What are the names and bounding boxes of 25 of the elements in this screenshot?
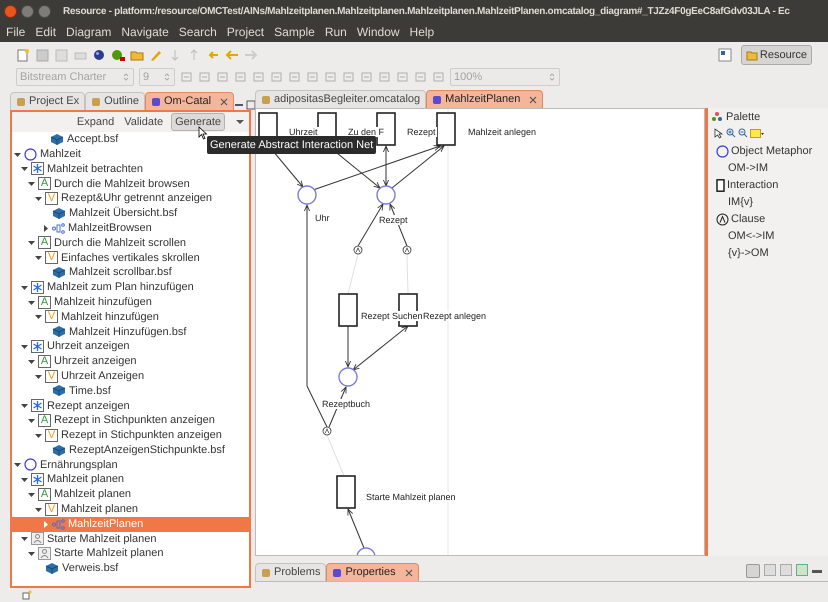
letter-badge: V [45,370,58,383]
node-label: Starte Mahlzeit planen [365,492,457,502]
letter-badge: A [38,414,51,428]
node-label: Rezept [378,215,409,225]
node-label: Rezept [406,127,437,137]
node-label: Mahlzeit anlegen [467,127,538,137]
node-label: Zu den F [347,127,386,137]
letter-badge: A [38,296,51,309]
letter-badge: V [45,310,58,324]
node-label: Rezept Suchen [360,311,424,321]
letter-badge: V [45,192,58,206]
palette-title: Palette [726,110,760,125]
tooltip: Generate Abstract Interaction Net [207,136,376,154]
letter-badge: V [45,502,58,516]
node-label: Uhrzeit [288,127,319,137]
letter-badge: A [38,177,51,190]
node-label: Uhr [314,213,331,223]
letter-badge: A [38,236,51,250]
letter-badge: A [38,354,51,368]
node-label: Rezeptbuch [321,399,372,409]
letter-badge: V [45,428,58,442]
letter-badge: A [38,488,51,502]
letter-badge: V [45,251,58,264]
node-label: Rezept anlegen [422,311,488,321]
window-title: Resource - platform:/resource/OMCTest/AINs/Mahlzeitplanen.Mahlzeitplanen.Mahlzeitplanen.MahlzeitPlanen.omcatalog_diagram#_TJZz4F0gEeC8afGdv03JLA - Ec [63,4,790,18]
